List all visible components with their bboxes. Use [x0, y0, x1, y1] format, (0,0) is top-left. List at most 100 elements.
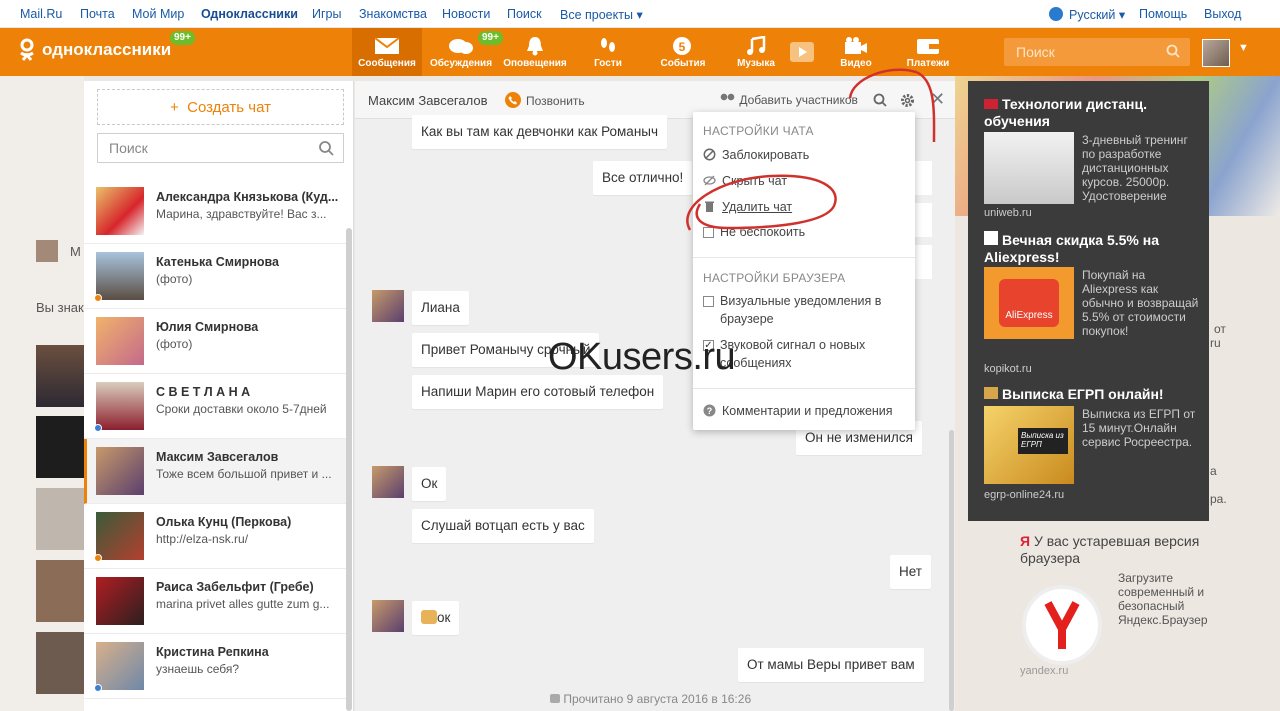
- play-icon[interactable]: [790, 42, 814, 62]
- online-indicator: [94, 294, 102, 302]
- gear-icon[interactable]: [900, 93, 915, 108]
- menu-section-title: Настройки чата: [703, 124, 814, 138]
- background-avatar: [36, 240, 58, 262]
- bell-icon: [527, 37, 543, 56]
- ad-source[interactable]: yandex.ru: [1020, 665, 1068, 677]
- chat-name: Катенька Смирнова: [156, 255, 279, 269]
- trash-icon: [705, 201, 714, 212]
- ad-image[interactable]: Выписка из ЕГРП: [984, 406, 1074, 484]
- menu-item-block[interactable]: Заблокировать: [703, 146, 903, 164]
- checkbox-icon[interactable]: [703, 296, 714, 307]
- nav-video[interactable]: Видео: [822, 28, 890, 76]
- menu-item-delete[interactable]: Удалить чат: [703, 198, 903, 216]
- ad-image[interactable]: AliExpress: [984, 267, 1074, 339]
- avatar: [96, 577, 144, 625]
- chat-preview: http://elza-nsk.ru/: [156, 532, 249, 546]
- ad-image[interactable]: [984, 132, 1074, 204]
- link-mailru[interactable]: Mail.Ru: [20, 7, 62, 21]
- chat-list-item-selected[interactable]: Максим Завсегалов Тоже всем большой прив…: [84, 439, 348, 504]
- chat-list-item[interactable]: Александра Князькова (Куд... Марина, здр…: [84, 179, 348, 244]
- link-all-projects[interactable]: Все проекты ▾: [560, 7, 643, 22]
- read-icon: [550, 694, 560, 703]
- checkbox-icon: [703, 227, 714, 238]
- chat-bubbles-icon: [449, 39, 473, 54]
- ad-title[interactable]: Вечная скидка 5.5% на Aliexpress!: [984, 231, 1199, 266]
- chat-list-item[interactable]: С В Е Т Л А Н А Сроки доставки около 5-7…: [84, 374, 348, 439]
- chat-list-item[interactable]: Олька Кунц (Перкова) http://elza-nsk.ru/: [84, 504, 348, 569]
- chat-preview: (фото): [156, 337, 193, 351]
- chat-scrollbar[interactable]: [949, 430, 954, 711]
- phone-icon[interactable]: [505, 92, 521, 108]
- watermark: OKusers.ru: [548, 336, 736, 378]
- avatar: [96, 382, 144, 430]
- menu-item-feedback[interactable]: ? Комментарии и предложения: [703, 402, 903, 420]
- link-odnoklassniki[interactable]: Одноклассники: [201, 7, 298, 21]
- ad-title[interactable]: Выписка ЕГРП онлайн!: [984, 386, 1199, 403]
- ads-panel: Технологии дистанц. обучения 3-дневный т…: [968, 81, 1209, 521]
- menu-section-title: Настройки браузера: [703, 271, 846, 285]
- chat-name: Кристина Репкина: [156, 645, 269, 659]
- add-user-icon: [720, 93, 736, 104]
- chat-settings-menu: Настройки чата Заблокировать Скрыть чат …: [693, 112, 915, 430]
- menu-item-visual-notifications[interactable]: Визуальные уведомления в браузере: [703, 292, 903, 328]
- chat-list-item[interactable]: Кристина Репкина узнаешь себя?: [84, 634, 348, 699]
- avatar: [96, 447, 144, 495]
- ad-description: Загрузите современный и безопасный Яндек…: [1118, 571, 1208, 627]
- chat-preview: узнаешь себя?: [156, 662, 240, 676]
- link-help[interactable]: Помощь: [1139, 7, 1187, 21]
- svg-text:?: ?: [707, 406, 713, 416]
- link-games[interactable]: Игры: [312, 7, 341, 21]
- user-avatar[interactable]: [1202, 39, 1230, 67]
- nav-messages[interactable]: Сообщения: [352, 28, 422, 76]
- chat-preview: Тоже всем большой привет и ...: [156, 467, 332, 481]
- chat-contact-name[interactable]: Максим Завсегалов: [368, 93, 487, 108]
- create-chat-button[interactable]: + Создать чат: [97, 89, 344, 125]
- ad-description: Выписка из ЕГРП от 15 минут.Онлайн серви…: [1082, 407, 1196, 449]
- chevron-down-icon: ▾: [1118, 8, 1126, 22]
- chat-preview: Марина, здравствуйте! Вас з...: [156, 207, 327, 221]
- chat-search-input[interactable]: Поиск: [97, 133, 344, 163]
- online-indicator: [94, 424, 102, 432]
- ad-source[interactable]: uniweb.ru: [984, 207, 1032, 219]
- background-right-fragment: ра.: [1210, 492, 1227, 506]
- link-pochta[interactable]: Почта: [80, 7, 115, 21]
- site-logo[interactable]: одноклассники: [18, 38, 171, 62]
- link-news[interactable]: Новости: [442, 7, 490, 21]
- chat-list-item[interactable]: Юлия Смирнова (фото): [84, 309, 348, 374]
- background-photo: [36, 632, 84, 694]
- chat-list-item[interactable]: Катенька Смирнова (фото): [84, 244, 348, 309]
- link-dating[interactable]: Знакомства: [359, 7, 427, 21]
- nav-notifications[interactable]: Оповещения: [500, 28, 570, 76]
- ad-title[interactable]: Технологии дистанц. обучения: [984, 96, 1199, 130]
- chat-list-item[interactable]: Раиса Забельфит (Гребе) marina privet al…: [84, 569, 348, 634]
- link-search[interactable]: Поиск: [507, 7, 542, 21]
- link-moy-mir[interactable]: Мой Мир: [132, 7, 184, 21]
- yandex-ad[interactable]: Я У вас устаревшая версия браузера Загру…: [1020, 533, 1220, 677]
- close-icon[interactable]: ✕: [930, 89, 945, 110]
- ad-source[interactable]: kopikot.ru: [984, 363, 1032, 375]
- nav-music[interactable]: Музыка: [722, 28, 790, 76]
- menu-item-hide[interactable]: Скрыть чат: [703, 172, 903, 190]
- chat-list-scrollbar[interactable]: [346, 228, 352, 711]
- envelope-icon: [374, 37, 400, 54]
- message-outgoing: От мамы Веры привет вам: [738, 648, 924, 682]
- header-search-input[interactable]: Поиск: [1004, 38, 1190, 66]
- ad-title[interactable]: Я У вас устаревшая версия браузера: [1020, 533, 1210, 567]
- chevron-down-icon[interactable]: ▼: [1238, 42, 1249, 54]
- nav-payments[interactable]: Платежи: [894, 28, 962, 76]
- avatar: [96, 317, 144, 365]
- background-photo: [36, 416, 84, 478]
- nav-events[interactable]: 5 События: [648, 28, 718, 76]
- logo-badge: 99+: [170, 31, 195, 45]
- add-participants-button[interactable]: Добавить участников: [720, 93, 858, 107]
- chat-preview: (фото): [156, 272, 193, 286]
- ad-source[interactable]: egrp-online24.ru: [984, 489, 1064, 501]
- nav-guests[interactable]: Гости: [574, 28, 642, 76]
- language-select[interactable]: Русский ▾: [1069, 7, 1125, 22]
- question-icon: ?: [703, 404, 716, 417]
- call-button[interactable]: Позвонить: [526, 94, 585, 108]
- search-icon[interactable]: [873, 93, 887, 107]
- background-right-fragment: ru: [1210, 336, 1221, 350]
- menu-item-mute[interactable]: Не беспокоить: [703, 223, 903, 241]
- link-logout[interactable]: Выход: [1204, 7, 1241, 21]
